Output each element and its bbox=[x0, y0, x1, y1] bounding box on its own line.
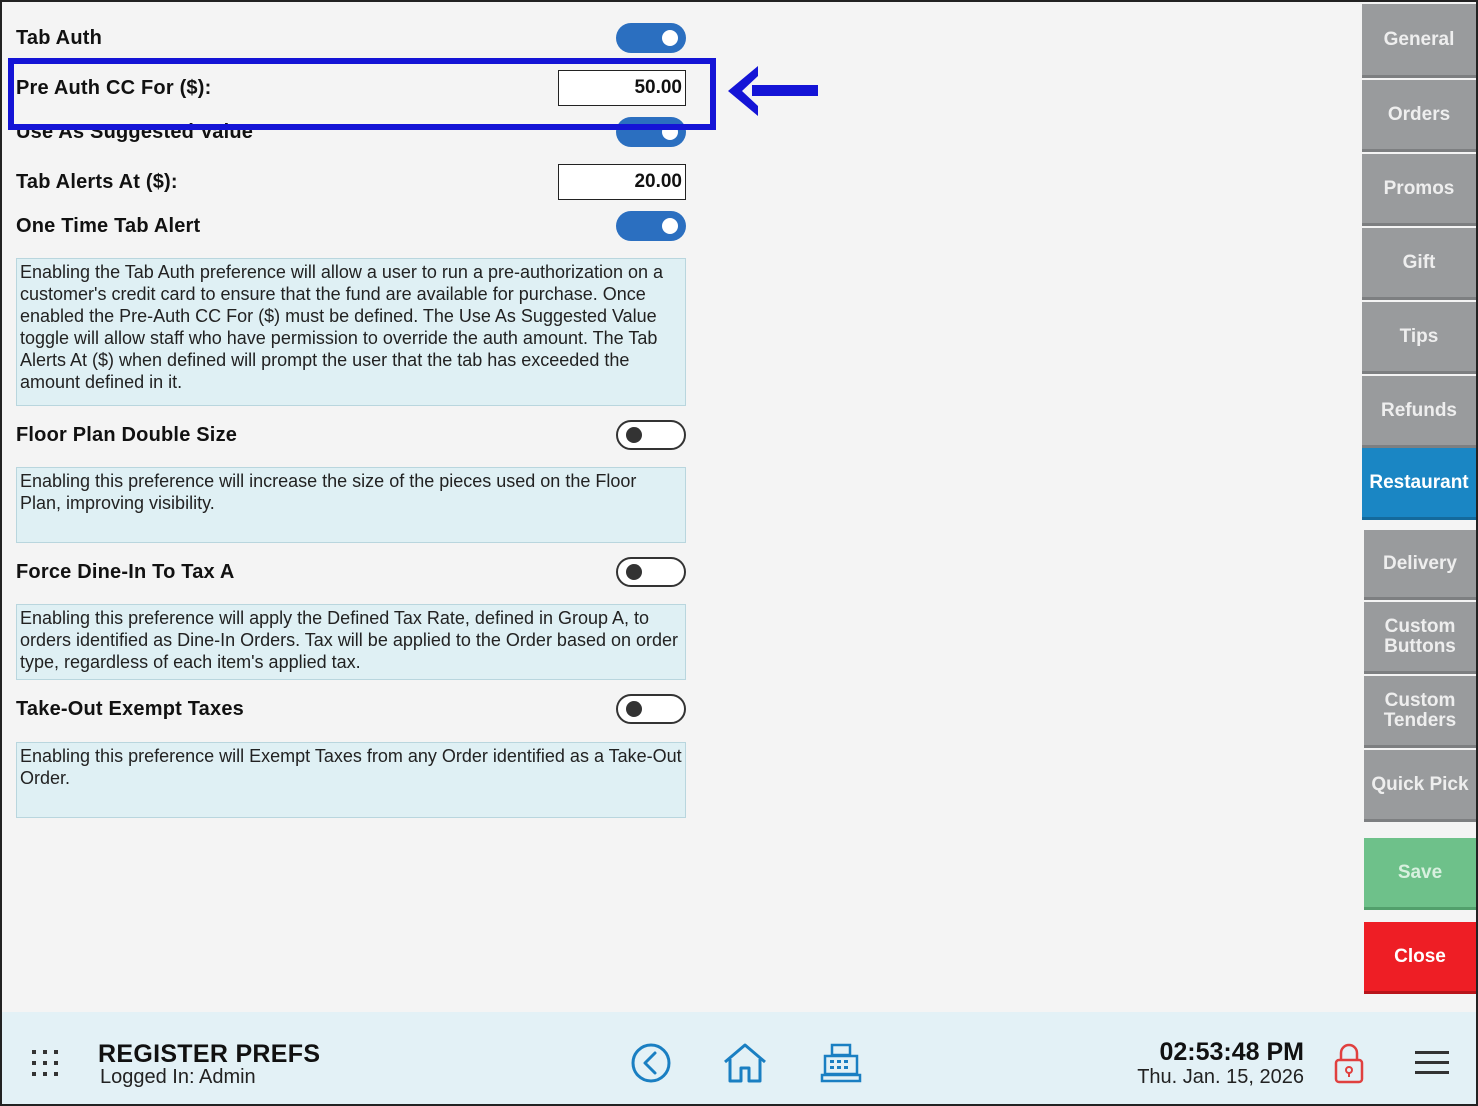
tab-alerts-label: Tab Alerts At ($): bbox=[16, 170, 178, 193]
one-time-alert-toggle[interactable] bbox=[616, 211, 686, 241]
sidebar-item-refunds[interactable]: Refunds bbox=[1362, 376, 1476, 448]
settings-panel: Tab Auth Pre Auth CC For ($): Use As Sug… bbox=[2, 2, 1358, 1010]
tab-alerts-input[interactable] bbox=[558, 164, 686, 200]
floor-plan-label: Floor Plan Double Size bbox=[16, 423, 238, 446]
toggle-knob bbox=[662, 124, 678, 140]
pre-auth-input[interactable] bbox=[558, 70, 686, 106]
sidebar-item-general[interactable]: General bbox=[1362, 4, 1476, 78]
force-dine-in-toggle[interactable] bbox=[616, 557, 686, 587]
use-suggested-label: Use As Suggested Value bbox=[16, 120, 254, 143]
sidebar-item-restaurant[interactable]: Restaurant bbox=[1362, 448, 1476, 520]
tab-auth-label: Tab Auth bbox=[16, 26, 103, 49]
row-floor-plan: Floor Plan Double Size bbox=[16, 418, 686, 452]
toggle-knob bbox=[626, 427, 642, 443]
tab-auth-toggle[interactable] bbox=[616, 23, 686, 53]
row-pre-auth: Pre Auth CC For ($): bbox=[16, 69, 686, 107]
tab-auth-description: Enabling the Tab Auth preference will al… bbox=[16, 258, 686, 406]
page-title: REGISTER PREFS bbox=[98, 1040, 321, 1068]
arrow-left-icon bbox=[728, 66, 818, 116]
clock-time: 02:53:48 PM bbox=[1159, 1038, 1304, 1066]
sidebar-item-gift[interactable]: Gift bbox=[1362, 228, 1476, 300]
row-tab-alerts: Tab Alerts At ($): bbox=[16, 163, 686, 201]
toggle-knob bbox=[662, 218, 678, 234]
sidebar-item-quick-pick[interactable]: Quick Pick bbox=[1364, 750, 1476, 822]
sidebar-item-orders[interactable]: Orders bbox=[1362, 80, 1476, 152]
sidebar-nav: General Orders Promos Gift Tips Refunds … bbox=[1360, 2, 1476, 1010]
sidebar-item-tips[interactable]: Tips bbox=[1362, 302, 1476, 374]
clock-date: Thu. Jan. 15, 2026 bbox=[1137, 1066, 1304, 1088]
back-icon[interactable] bbox=[630, 1042, 672, 1084]
close-button[interactable]: Close bbox=[1364, 922, 1476, 994]
take-out-exempt-label: Take-Out Exempt Taxes bbox=[16, 697, 244, 720]
force-dine-in-description: Enabling this preference will apply the … bbox=[16, 604, 686, 680]
row-tab-auth: Tab Auth bbox=[16, 22, 686, 54]
row-use-suggested: Use As Suggested Value bbox=[16, 116, 686, 148]
floor-plan-toggle[interactable] bbox=[616, 420, 686, 450]
take-out-exempt-description: Enabling this preference will Exempt Tax… bbox=[16, 742, 686, 818]
floor-plan-description: Enabling this preference will increase t… bbox=[16, 467, 686, 543]
apps-grid-icon[interactable] bbox=[30, 1048, 60, 1078]
toggle-knob bbox=[662, 30, 678, 46]
sidebar-item-promos[interactable]: Promos bbox=[1362, 154, 1476, 226]
one-time-alert-label: One Time Tab Alert bbox=[16, 214, 201, 237]
sidebar-item-delivery[interactable]: Delivery bbox=[1364, 530, 1476, 600]
row-one-time-alert: One Time Tab Alert bbox=[16, 210, 686, 242]
sidebar-item-custom-tenders[interactable]: Custom Tenders bbox=[1364, 676, 1476, 748]
row-take-out-exempt: Take-Out Exempt Taxes bbox=[16, 692, 686, 726]
app-window: Tab Auth Pre Auth CC For ($): Use As Sug… bbox=[0, 0, 1478, 1106]
toggle-knob bbox=[626, 564, 642, 580]
force-dine-in-label: Force Dine-In To Tax A bbox=[16, 560, 235, 583]
row-force-dine-in: Force Dine-In To Tax A bbox=[16, 555, 686, 589]
toggle-knob bbox=[626, 701, 642, 717]
pre-auth-label: Pre Auth CC For ($): bbox=[16, 76, 212, 99]
footer-bar: REGISTER PREFS Logged In: Admin 02:53:48… bbox=[2, 1012, 1476, 1104]
menu-icon[interactable] bbox=[1414, 1048, 1450, 1078]
lock-icon[interactable] bbox=[1332, 1042, 1366, 1086]
sidebar-item-custom-buttons[interactable]: Custom Buttons bbox=[1364, 602, 1476, 674]
use-suggested-toggle[interactable] bbox=[616, 117, 686, 147]
save-button[interactable]: Save bbox=[1364, 838, 1476, 910]
logged-in-text: Logged In: Admin bbox=[100, 1066, 256, 1088]
take-out-exempt-toggle[interactable] bbox=[616, 694, 686, 724]
home-icon[interactable] bbox=[722, 1042, 768, 1084]
register-icon[interactable] bbox=[820, 1042, 862, 1084]
